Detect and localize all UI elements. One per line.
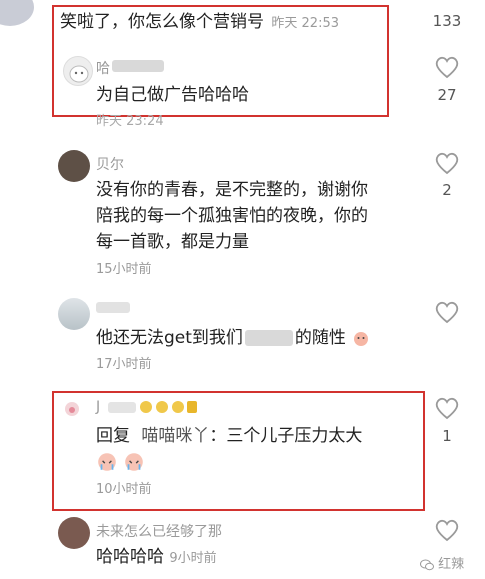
comment-time: 昨天 23:24 (96, 114, 164, 129)
crying-emoji-icon (125, 452, 143, 471)
blurred-username (96, 302, 130, 313)
comment-text: 哈哈哈哈 9小时前 (96, 547, 217, 567)
like-count: 27 (437, 86, 457, 104)
emoji-row-icon (140, 401, 197, 413)
heart-icon[interactable] (434, 300, 460, 324)
watermark: 红辣 (420, 553, 464, 572)
blurred-username (108, 402, 136, 413)
heart-icon[interactable] (434, 151, 460, 175)
comment-time: 9小时前 (169, 551, 217, 566)
comment-username[interactable]: J (96, 399, 100, 415)
comment-text: 陪我的每一个孤独害怕的夜晚，你的 (96, 206, 368, 226)
heart-icon[interactable] (434, 518, 460, 542)
comment-time: 10小时前 (96, 482, 152, 497)
avatar[interactable] (58, 517, 90, 549)
avatar[interactable] (58, 298, 90, 330)
comment-text: 为自己做广告哈哈哈 (96, 85, 249, 105)
like-count: 2 (442, 181, 452, 199)
avatar[interactable] (0, 0, 34, 26)
wechat-icon (420, 559, 434, 570)
heart-icon[interactable] (434, 396, 460, 420)
comment-username[interactable]: 未来怎么已经够了那 (96, 521, 222, 541)
heart-icon[interactable] (434, 55, 460, 79)
avatar[interactable] (58, 150, 90, 182)
peach-emoji-icon (354, 332, 369, 346)
like-count: 133 (432, 12, 462, 30)
comment-time: 15小时前 (96, 262, 152, 277)
avatar[interactable] (63, 56, 93, 86)
emoji-group (96, 451, 145, 473)
comment-username[interactable]: 贝尔 (96, 154, 124, 174)
comment-time: 17小时前 (96, 357, 152, 372)
blurred-text (244, 330, 293, 346)
blurred-username (112, 60, 164, 72)
comment-text: 回复 喵喵咪丫：三个儿子压力太大 (96, 426, 363, 446)
comment-text: 他还无法get到我们 的随性 (96, 326, 371, 350)
crying-emoji-icon (98, 452, 116, 471)
reply-target-name[interactable]: 喵喵咪丫 (141, 426, 209, 446)
comment-text: 每一首歌，都是力量 (96, 232, 249, 252)
comment-username[interactable]: 哈 (96, 58, 110, 78)
like-count: 1 (442, 427, 452, 445)
comment-text: 没有你的青春，是不完整的，谢谢你 (96, 180, 368, 200)
avatar[interactable] (65, 402, 79, 416)
